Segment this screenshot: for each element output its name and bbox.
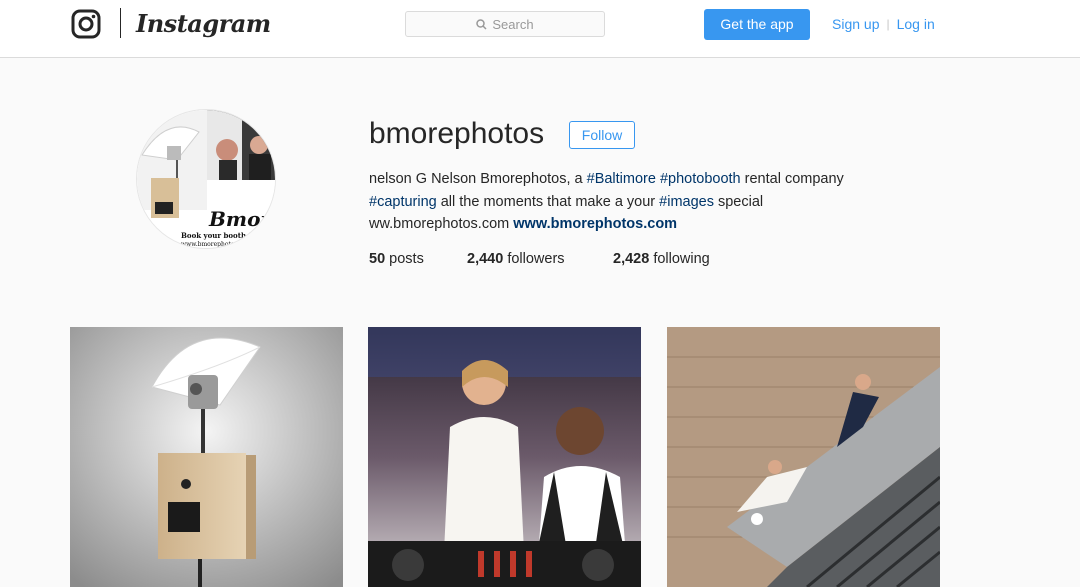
- follow-button[interactable]: Follow: [569, 121, 635, 149]
- instagram-logo-icon[interactable]: [71, 9, 101, 39]
- avatar-image: Bmor Book your booth to www.bmorephotos: [137, 110, 275, 248]
- posts-count: 50: [369, 251, 386, 267]
- avatar-url-text: www.bmorephotos: [181, 241, 238, 248]
- bio-text: nelson G Nelson Bmorephotos, a: [369, 171, 587, 187]
- post-image-escalator-couple: [667, 327, 940, 587]
- instagram-wordmark[interactable]: Instagram: [136, 6, 271, 42]
- hashtag-capturing-link[interactable]: #capturing: [369, 194, 437, 210]
- followers-label: followers: [507, 251, 565, 267]
- post-thumbnail[interactable]: [667, 327, 940, 587]
- posts-stat: 50 posts: [369, 249, 424, 269]
- log-in-link[interactable]: Log in: [897, 14, 935, 34]
- post-image-wedding-dj: [368, 327, 641, 587]
- following-label: following: [653, 251, 710, 267]
- posts-label: posts: [389, 251, 424, 267]
- post-thumbnail[interactable]: [70, 327, 343, 587]
- followers-stat[interactable]: 2,440 followers: [467, 249, 565, 269]
- profile-username: bmorephotos: [369, 117, 545, 150]
- following-count: 2,428: [613, 251, 650, 267]
- avatar-caption-text: Book your booth to: [181, 231, 257, 240]
- website-link[interactable]: www.bmorephotos.com: [513, 216, 677, 232]
- post-thumbnail[interactable]: [368, 327, 641, 587]
- bio-text: all the moments that make a your: [436, 193, 660, 210]
- post-image-photobooth: [70, 327, 343, 587]
- search-icon: [476, 18, 487, 30]
- top-navigation-bar: Instagram Search Get the app Sign up | L…: [0, 0, 1080, 58]
- profile-avatar[interactable]: Bmor Book your booth to www.bmorephotos: [136, 109, 276, 249]
- hashtag-baltimore-link[interactable]: #Baltimore: [587, 171, 656, 187]
- bio-text: rental company: [740, 171, 844, 187]
- auth-separator: |: [886, 17, 890, 31]
- search-placeholder: Search: [492, 16, 534, 32]
- get-the-app-button[interactable]: Get the app: [704, 9, 810, 40]
- hashtag-images-link[interactable]: #images: [659, 194, 714, 210]
- bio-text: special: [713, 193, 764, 210]
- bio-text: ww.bmorephotos.com: [369, 216, 514, 232]
- sign-up-link[interactable]: Sign up: [832, 14, 879, 34]
- auth-links: Sign up | Log in: [832, 14, 935, 34]
- following-stat[interactable]: 2,428 following: [613, 249, 710, 269]
- avatar-logo-text: Bmor: [208, 207, 272, 231]
- hashtag-photobooth-link[interactable]: #photobooth: [660, 171, 741, 187]
- header-divider: [120, 8, 121, 38]
- profile-bio: nelson G Nelson Bmorephotos, a #Baltimor…: [369, 168, 909, 236]
- search-input[interactable]: Search: [405, 11, 605, 37]
- followers-count: 2,440: [467, 251, 504, 267]
